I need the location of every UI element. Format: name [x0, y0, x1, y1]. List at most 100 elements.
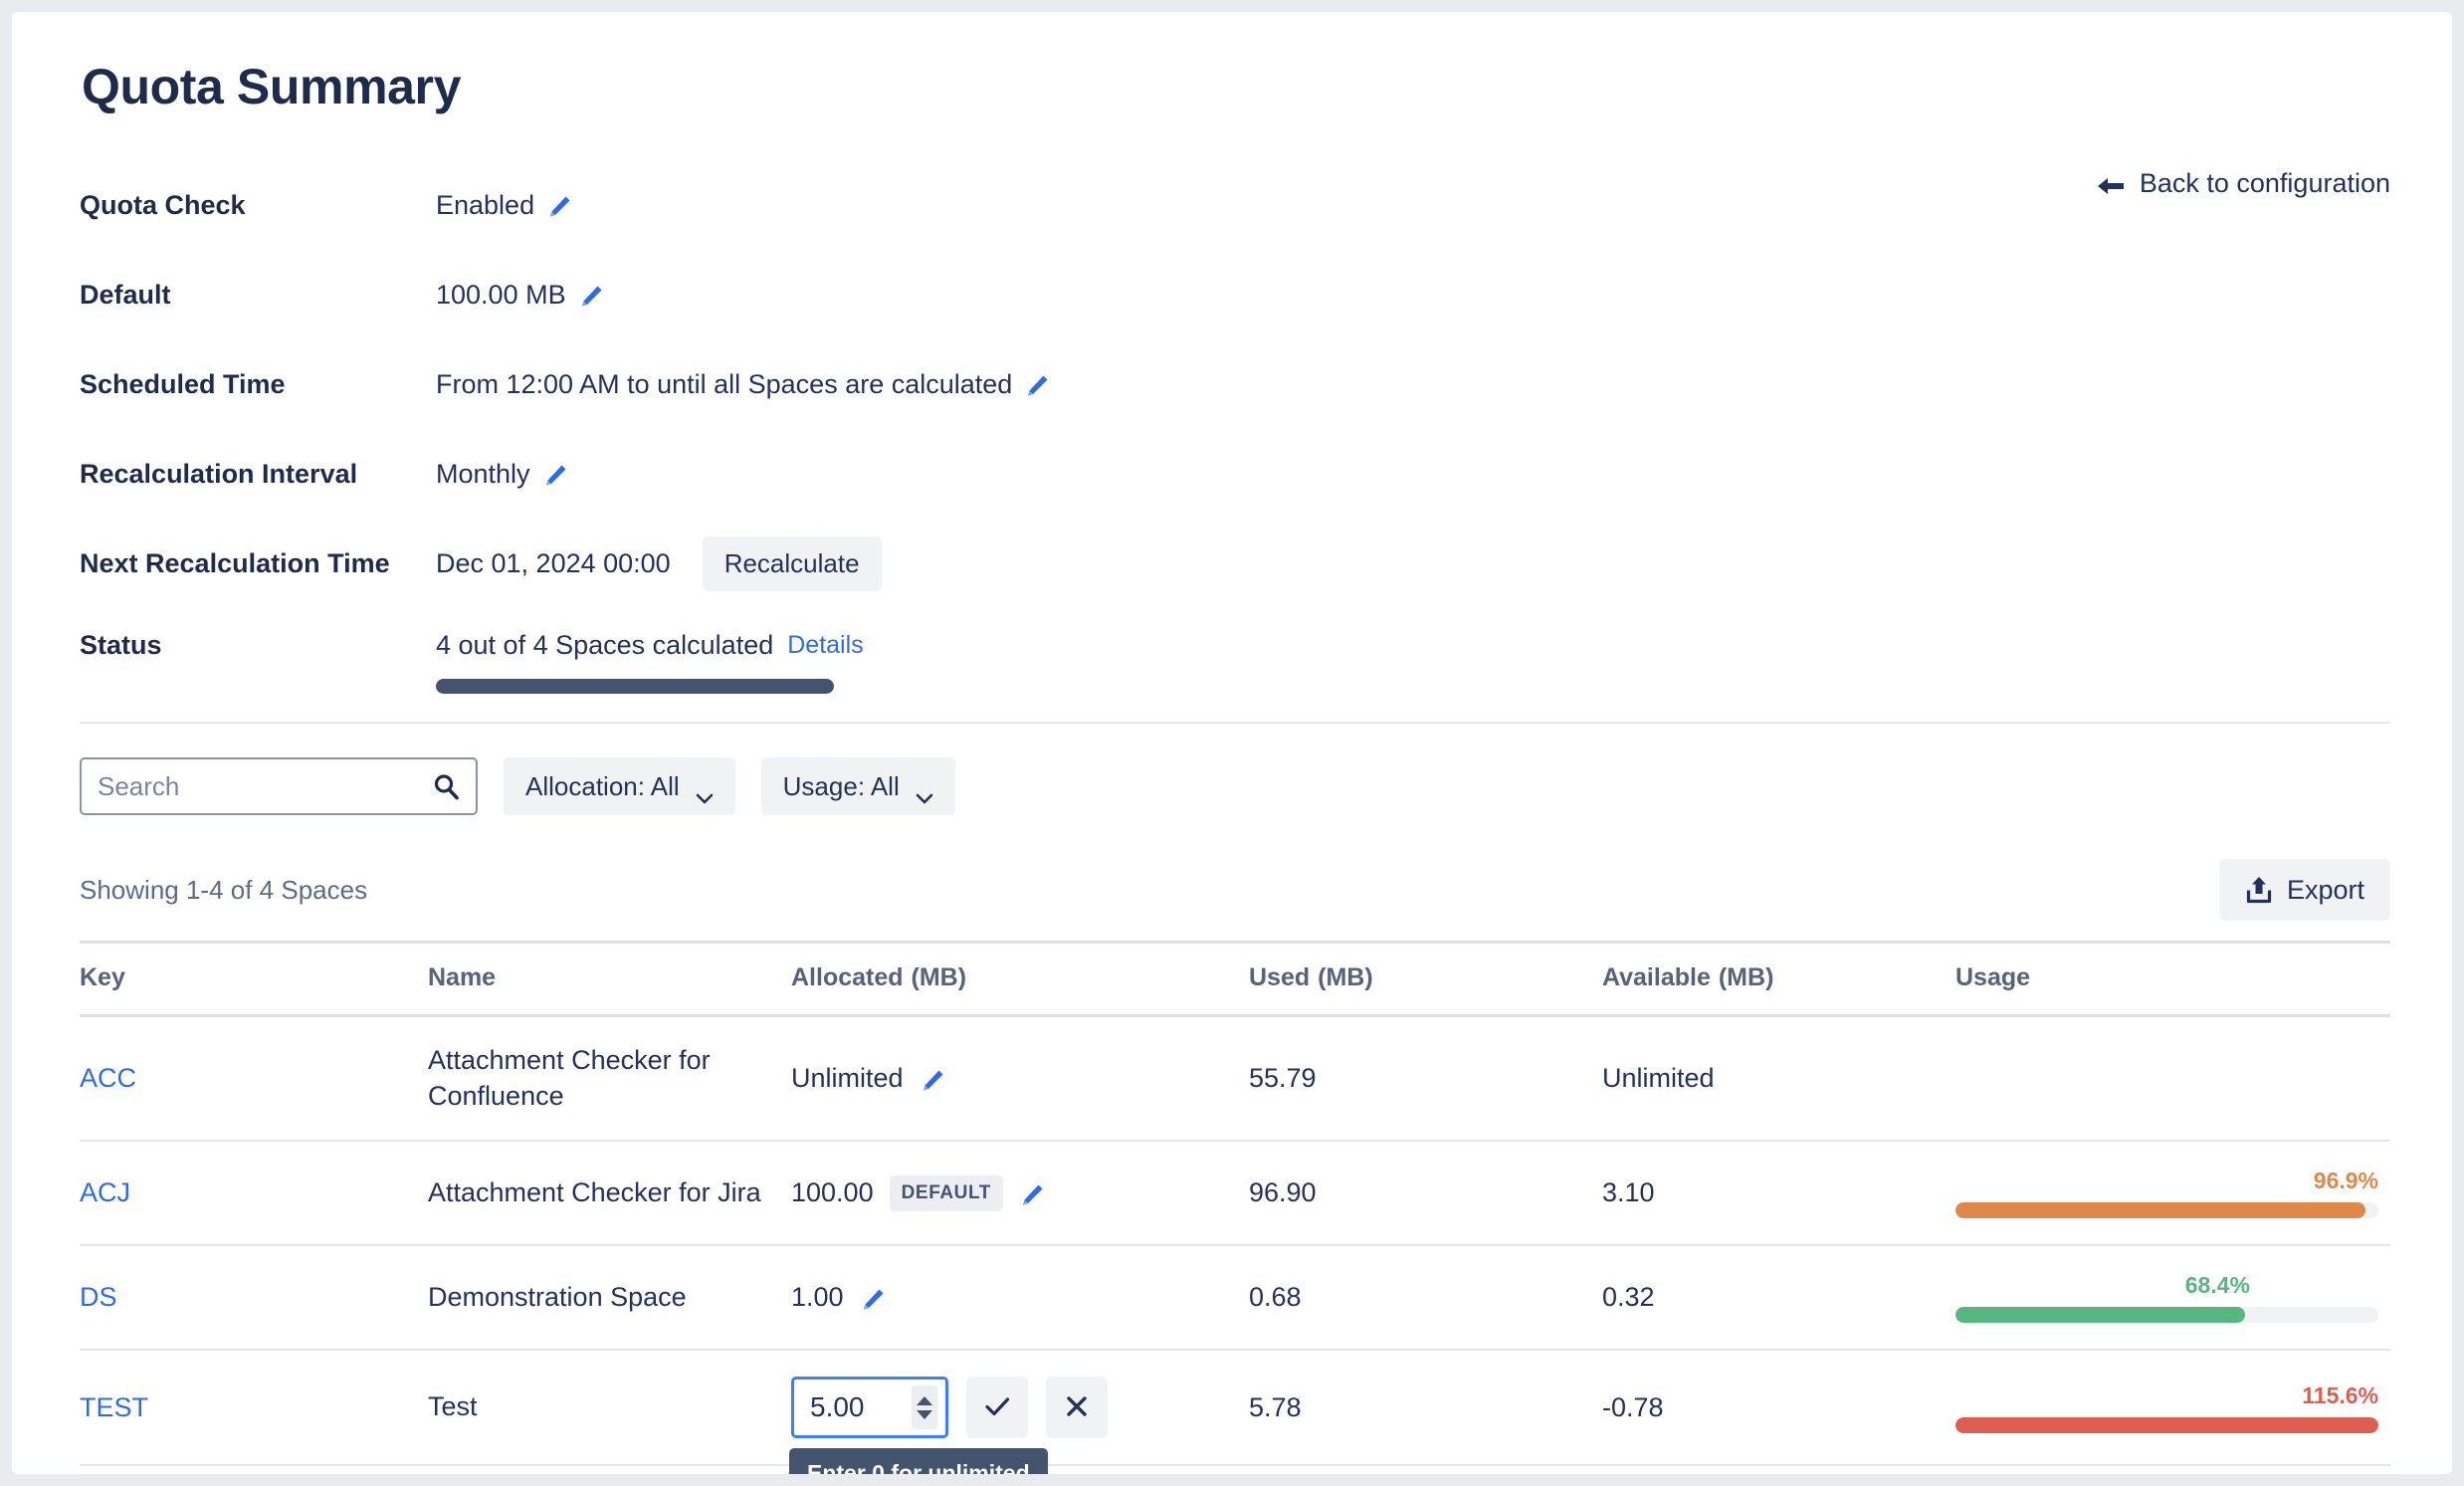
column-header-allocated-unit: (MB) — [911, 963, 967, 991]
summary-row-quota-check: Quota Check Enabled — [80, 160, 2390, 250]
cell-allocated: 100.00 DEFAULT — [791, 1141, 1249, 1247]
column-header-usage-text: Usage — [1955, 963, 2031, 991]
cell-usage: 68.4% — [1955, 1245, 2390, 1352]
page-title: Quota Summary — [82, 59, 462, 114]
number-stepper[interactable] — [912, 1385, 937, 1430]
edit-pencil-icon[interactable] — [1024, 373, 1050, 399]
space-key-link[interactable]: ACJ — [80, 1177, 130, 1207]
allocation-editor: 5.00 Enter 0 for unlimited — [789, 1377, 1249, 1474]
allocated-value-wrap: 1.00 — [791, 1282, 1249, 1313]
cell-name: Attachment Checker for Jira — [428, 1141, 791, 1247]
column-header-key[interactable]: Key — [80, 941, 428, 1017]
edit-pencil-icon[interactable] — [546, 194, 572, 220]
export-button[interactable]: Export — [2218, 859, 2390, 921]
column-header-available-unit: (MB) — [1718, 963, 1774, 991]
export-label: Export — [2286, 874, 2364, 905]
usage-bar-wrap: 68.4% — [1955, 1272, 2378, 1324]
default-badge: DEFAULT — [889, 1174, 1003, 1211]
summary-value-quota-check: Enabled — [436, 190, 572, 221]
edit-pencil-icon[interactable] — [920, 1068, 945, 1094]
usage-bar-fill — [1955, 1202, 2365, 1219]
confirm-allocation-button[interactable] — [966, 1377, 1028, 1439]
screen-root: Quota Summary Back to configuration Quot… — [0, 0, 2464, 1486]
summary-row-recalculation-interval: Recalculation Interval Monthly — [80, 429, 2390, 519]
search-box[interactable] — [80, 757, 478, 815]
allocation-filter-dropdown[interactable]: Allocation: All — [504, 757, 735, 815]
chevron-down-icon — [916, 780, 933, 804]
table-header: Key Name Allocated (MB) Used (MB) Availabl — [80, 941, 2390, 1017]
back-to-configuration-label: Back to configuration — [2139, 168, 2390, 198]
allocated-value-wrap: Unlimited — [791, 1063, 1249, 1094]
column-header-available[interactable]: Available (MB) — [1602, 941, 1955, 1017]
edit-pencil-icon[interactable] — [542, 463, 568, 489]
summary-row-scheduled-time: Scheduled Time From 12:00 AM to until al… — [80, 339, 2390, 429]
edit-pencil-icon[interactable] — [1019, 1182, 1045, 1208]
cell-usage: 96.9% — [1955, 1141, 2390, 1247]
cell-usage: 115.6% — [1955, 1350, 2390, 1467]
column-header-used[interactable]: Used (MB) — [1249, 941, 1602, 1017]
cell-key: ACC — [80, 1015, 428, 1143]
summary-value-default: 100.00 MB — [436, 280, 604, 311]
usage-percent-label: 115.6% — [2302, 1381, 2378, 1408]
column-header-allocated-text: Allocated — [791, 963, 904, 991]
column-header-allocated[interactable]: Allocated (MB) — [791, 941, 1249, 1017]
showing-count-label: Showing 1-4 of 4 Spaces — [80, 874, 368, 905]
summary-value-status: 4 out of 4 Spaces calculated Details — [436, 630, 864, 694]
cell-allocated: Unlimited — [791, 1015, 1249, 1143]
column-header-available-text: Available — [1602, 963, 1711, 991]
cell-available: Unlimited — [1602, 1015, 1955, 1143]
filters-bar: Allocation: All Usage: All — [80, 757, 2390, 815]
search-icon[interactable] — [432, 772, 460, 800]
edit-pencil-icon[interactable] — [860, 1287, 886, 1313]
cell-allocated: 5.00 Enter 0 for unlimited — [789, 1350, 1249, 1474]
back-to-configuration-link[interactable]: Back to configuration — [2096, 168, 2390, 199]
cell-used: 55.79 — [1249, 1015, 1602, 1143]
cell-available: 0.32 — [1602, 1245, 1955, 1352]
status-details-link[interactable]: Details — [787, 631, 863, 660]
stepper-down-icon[interactable] — [917, 1409, 932, 1419]
quota-check-value: Enabled — [436, 189, 535, 220]
cell-used: 96.90 — [1249, 1141, 1602, 1247]
page-content: Quota Summary Back to configuration Quot… — [12, 12, 2452, 1474]
usage-bar-track — [1955, 1416, 2378, 1433]
edit-pencil-icon[interactable] — [578, 284, 604, 310]
allocated-value: Unlimited — [791, 1063, 904, 1094]
column-header-name-text: Name — [428, 963, 497, 991]
column-header-used-text: Used — [1249, 963, 1311, 991]
cancel-allocation-button[interactable] — [1046, 1377, 1108, 1439]
column-header-usage[interactable]: Usage — [1955, 941, 2390, 1017]
table-header-row: Key Name Allocated (MB) Used (MB) Availabl — [80, 941, 2390, 1017]
allocation-input-value: 5.00 — [810, 1391, 865, 1423]
usage-filter-dropdown[interactable]: Usage: All — [760, 757, 955, 815]
usage-bar-track — [1955, 1307, 2378, 1324]
summary-row-default: Default 100.00 MB — [80, 250, 2390, 339]
search-input[interactable] — [82, 759, 476, 813]
recalculation-interval-value: Monthly — [436, 458, 530, 489]
usage-filter-label: Usage: All — [782, 770, 900, 801]
recalculate-button-wrap: Recalculate — [702, 535, 882, 591]
status-progress-fill — [436, 679, 834, 694]
cell-usage — [1955, 1015, 2390, 1143]
cell-key: DS — [80, 1245, 428, 1352]
allocation-number-input[interactable]: 5.00 — [791, 1377, 948, 1439]
space-key-link[interactable]: TEST — [80, 1392, 148, 1422]
space-key-link[interactable]: DS — [80, 1282, 117, 1312]
close-icon — [1062, 1391, 1092, 1424]
summary-label-default: Default — [80, 279, 171, 310]
summary-label-status: Status — [80, 630, 162, 660]
column-header-key-text: Key — [80, 963, 125, 991]
recalculate-button[interactable]: Recalculate — [702, 535, 882, 591]
table-row: TEST Test 5.00 Enter 0 for unlimited 5.7… — [80, 1350, 2390, 1474]
column-header-name[interactable]: Name — [428, 941, 791, 1017]
table-row: DS Demonstration Space 1.00 0.68 0.32 68… — [80, 1245, 2390, 1352]
usage-percent-label: 68.4% — [2184, 1272, 2250, 1299]
summary-section: Back to configuration Quota Check Enable… — [80, 160, 2390, 694]
chevron-down-icon — [696, 780, 714, 804]
cell-key: ACJ — [80, 1141, 428, 1247]
status-progress-track — [436, 679, 834, 694]
space-key-link[interactable]: ACC — [80, 1063, 136, 1093]
summary-value-scheduled-time: From 12:00 AM to until all Spaces are ca… — [436, 369, 1050, 400]
table-body: ACC Attachment Checker for Confluence Un… — [80, 1015, 2390, 1474]
stepper-up-icon[interactable] — [917, 1395, 932, 1405]
quota-summary-page: Quota Summary Back to configuration Quot… — [12, 12, 2452, 1474]
